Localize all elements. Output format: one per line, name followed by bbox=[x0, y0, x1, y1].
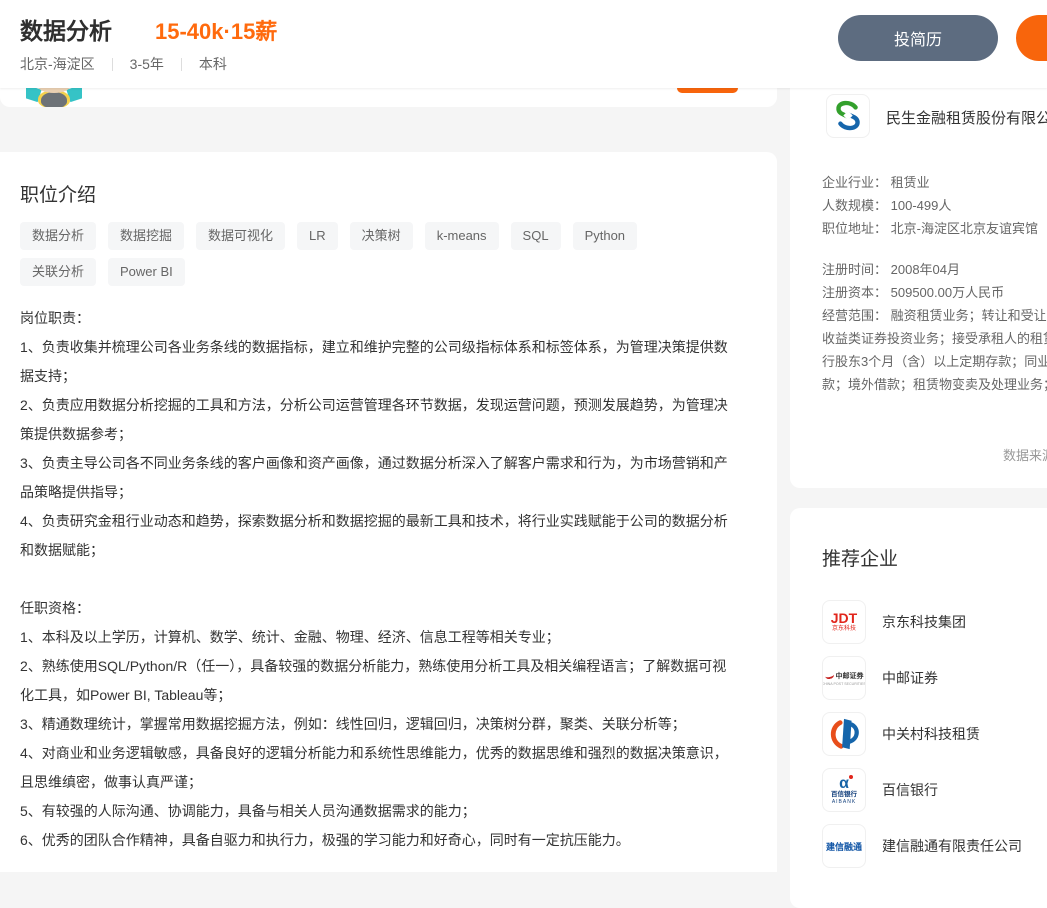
logo-text: 中邮证券 bbox=[836, 671, 864, 681]
jianxin-rongtong-logo-icon: 建信融通 bbox=[822, 824, 866, 868]
spacer bbox=[822, 240, 1047, 258]
desc-paragraph: 4、对商业和业务逻辑敏感，具备良好的逻辑分析能力和系统性思维能力，优秀的数据思维… bbox=[20, 739, 736, 797]
field-label: 人数规模： bbox=[822, 198, 887, 213]
recommended-company-row[interactable]: 建信融通 建信融通有限责任公司 bbox=[822, 824, 1022, 868]
company-info-card: 民生金融租赁股份有限公司 企业行业： 租赁业 人数规模： 100-499人 职位… bbox=[790, 60, 1047, 488]
company-field-row: 注册时间： 2008年04月 bbox=[822, 258, 1047, 281]
business-scope-line: 行股东3个月（含）以上定期存款；同业拆借 bbox=[822, 350, 1047, 373]
field-value: 北京-海淀区北京友谊宾馆 bbox=[891, 221, 1038, 236]
logo-text: 建信融通 bbox=[826, 840, 862, 853]
field-label: 注册资本： bbox=[822, 285, 887, 300]
page-title: 数据分析 bbox=[20, 12, 112, 46]
desc-paragraph: 1、本科及以上学历，计算机、数学、统计、金融、物理、经济、信息工程等相关专业； bbox=[20, 623, 736, 652]
field-value: 租赁业 bbox=[891, 175, 930, 190]
logo-subtext: 京东科技 bbox=[832, 625, 856, 633]
desc-paragraph: 3、负责主导公司各不同业务条线的客户画像和资产画像，通过数据分析深入了解客户需求… bbox=[20, 449, 736, 507]
field-label: 经营范围： bbox=[822, 308, 887, 323]
logo-subtext: AIBANK bbox=[832, 799, 856, 805]
job-education: 本科 bbox=[199, 54, 227, 74]
meta-divider bbox=[181, 58, 182, 71]
swirl-logo-icon bbox=[828, 716, 860, 752]
logo-swoosh bbox=[824, 671, 834, 680]
skill-tag: Power BI bbox=[108, 258, 185, 286]
recruiter-avatar[interactable] bbox=[26, 86, 82, 107]
field-value: 100-499人 bbox=[891, 198, 952, 213]
chat-button-clipped[interactable] bbox=[1016, 15, 1047, 61]
jd-tech-logo-icon: JDT 京东科技 bbox=[822, 600, 866, 644]
recommended-company-name: 百信银行 bbox=[882, 780, 938, 800]
company-fields: 企业行业： 租赁业 人数规模： 100-499人 职位地址： 北京-海淀区北京友… bbox=[822, 171, 1047, 396]
avatar-shape bbox=[41, 92, 67, 107]
field-label: 企业行业： bbox=[822, 175, 887, 190]
job-location: 北京-海淀区 bbox=[20, 54, 95, 74]
recommended-company-row[interactable]: 中邮证券 CHINA POST SECURITIES 中邮证券 bbox=[822, 656, 1022, 700]
recommended-company-row[interactable]: JDT 京东科技 京东科技集团 bbox=[822, 600, 1022, 644]
apply-resume-button[interactable]: 投简历 bbox=[838, 15, 998, 61]
business-scope-line: 收益类证券投资业务；接受承租人的租赁保 bbox=[822, 327, 1047, 350]
skill-tag: 关联分析 bbox=[20, 258, 96, 286]
job-experience: 3-5年 bbox=[130, 54, 164, 74]
job-header: 数据分析 15-40k·15薪 北京-海淀区 3-5年 本科 投简历 bbox=[0, 0, 1047, 88]
field-label: 职位地址： bbox=[822, 221, 887, 236]
business-scope-line: 款；境外借款；租赁物变卖及处理业务；经 bbox=[822, 373, 1047, 396]
recommended-company-name: 京东科技集团 bbox=[882, 612, 966, 632]
skill-tag: 数据可视化 bbox=[196, 222, 285, 250]
recommended-company-name: 中关村科技租赁 bbox=[882, 724, 980, 744]
company-field-row: 注册资本： 509500.00万人民币 bbox=[822, 281, 1047, 304]
company-field-row: 企业行业： 租赁业 bbox=[822, 171, 1047, 194]
skill-tag: Python bbox=[573, 222, 637, 250]
skill-tag: SQL bbox=[511, 222, 561, 250]
job-description-card: 职位介绍 数据分析 数据挖掘 数据可视化 LR 决策树 k-means SQL … bbox=[0, 152, 777, 872]
field-value: 融资租赁业务；转让和受让融资 bbox=[891, 308, 1047, 323]
job-description-text: 岗位职责： 1、负责收集并梳理公司各业务条线的数据指标，建立和维护完整的公司级指… bbox=[20, 304, 736, 855]
field-value: 509500.00万人民币 bbox=[891, 285, 1004, 300]
skill-tag: k-means bbox=[425, 222, 499, 250]
field-value: 2008年04月 bbox=[891, 262, 960, 277]
recommended-companies-card: 推荐企业 JDT 京东科技 京东科技集团 中邮证券 CHINA POST SEC… bbox=[790, 508, 1047, 908]
company-name-link[interactable]: 民生金融租赁股份有限公司 bbox=[886, 107, 1047, 128]
zhongguancun-leasing-logo-icon bbox=[822, 712, 866, 756]
desc-paragraph: 3、精通数理统计，掌握常用数据挖掘方法，例如：线性回归，逻辑回归，决策树分群，聚… bbox=[20, 710, 736, 739]
company-logo bbox=[826, 94, 870, 138]
recommended-company-row[interactable]: 中关村科技租赁 bbox=[822, 712, 1022, 756]
recommended-company-name: 中邮证券 bbox=[882, 668, 938, 688]
data-source-note: 数据来源 bbox=[1003, 445, 1047, 464]
logo-subtext: CHINA POST SECURITIES bbox=[822, 681, 866, 686]
china-post-securities-logo-icon: 中邮证券 CHINA POST SECURITIES bbox=[822, 656, 866, 700]
desc-paragraph: 6、优秀的团队合作精神，具备自驱力和执行力，极强的学习能力和好奇心，同时有一定抗… bbox=[20, 826, 736, 855]
field-label: 注册时间： bbox=[822, 262, 887, 277]
company-field-row: 人数规模： 100-499人 bbox=[822, 194, 1047, 217]
logo-subtext: 百信银行 bbox=[831, 791, 857, 799]
desc-paragraph bbox=[20, 565, 736, 594]
company-field-row: 职位地址： 北京-海淀区北京友谊宾馆 bbox=[822, 217, 1047, 240]
salary-text: 15-40k·15薪 bbox=[155, 14, 277, 46]
desc-paragraph: 1、负责收集并梳理公司各业务条线的数据指标，建立和维护完整的公司级指标体系和标签… bbox=[20, 333, 736, 391]
job-intro-heading: 职位介绍 bbox=[20, 180, 96, 207]
recommended-company-row[interactable]: α 百信银行 AIBANK 百信银行 bbox=[822, 768, 1022, 812]
recommended-company-name: 建信融通有限责任公司 bbox=[882, 836, 1022, 856]
aibank-logo-icon: α 百信银行 AIBANK bbox=[822, 768, 866, 812]
desc-paragraph: 岗位职责： bbox=[20, 304, 736, 333]
logo-text: JDT bbox=[831, 611, 857, 625]
desc-paragraph: 5、有较强的人际沟通、协调能力，具备与相关人员沟通数据需求的能力； bbox=[20, 797, 736, 826]
skill-tags: 数据分析 数据挖掘 数据可视化 LR 决策树 k-means SQL Pytho… bbox=[20, 222, 720, 286]
recommended-list: JDT 京东科技 京东科技集团 中邮证券 CHINA POST SECURITI… bbox=[822, 600, 1022, 868]
job-meta-row: 北京-海淀区 3-5年 本科 bbox=[20, 54, 227, 74]
business-scope-line: 经营范围： 融资租赁业务；转让和受让融资 bbox=[822, 304, 1047, 327]
recommended-heading: 推荐企业 bbox=[822, 544, 898, 571]
skill-tag: LR bbox=[297, 222, 338, 250]
desc-paragraph: 任职资格： bbox=[20, 594, 736, 623]
logo-text: α bbox=[839, 776, 849, 791]
desc-paragraph: 2、熟练使用SQL/Python/R（任一），具备较强的数据分析能力，熟练使用分… bbox=[20, 652, 736, 710]
desc-paragraph: 2、负责应用数据分析挖掘的工具和方法，分析公司运营管理各环节数据，发现运营问题，… bbox=[20, 391, 736, 449]
skill-tag: 决策树 bbox=[350, 222, 413, 250]
skill-tag: 数据分析 bbox=[20, 222, 96, 250]
minsheng-logo-icon bbox=[829, 98, 867, 134]
skill-tag: 数据挖掘 bbox=[108, 222, 184, 250]
desc-paragraph: 4、负责研究金租行业动态和趋势，探索数据分析和数据挖掘的最新工具和技术，将行业实… bbox=[20, 507, 736, 565]
meta-divider bbox=[112, 58, 113, 71]
